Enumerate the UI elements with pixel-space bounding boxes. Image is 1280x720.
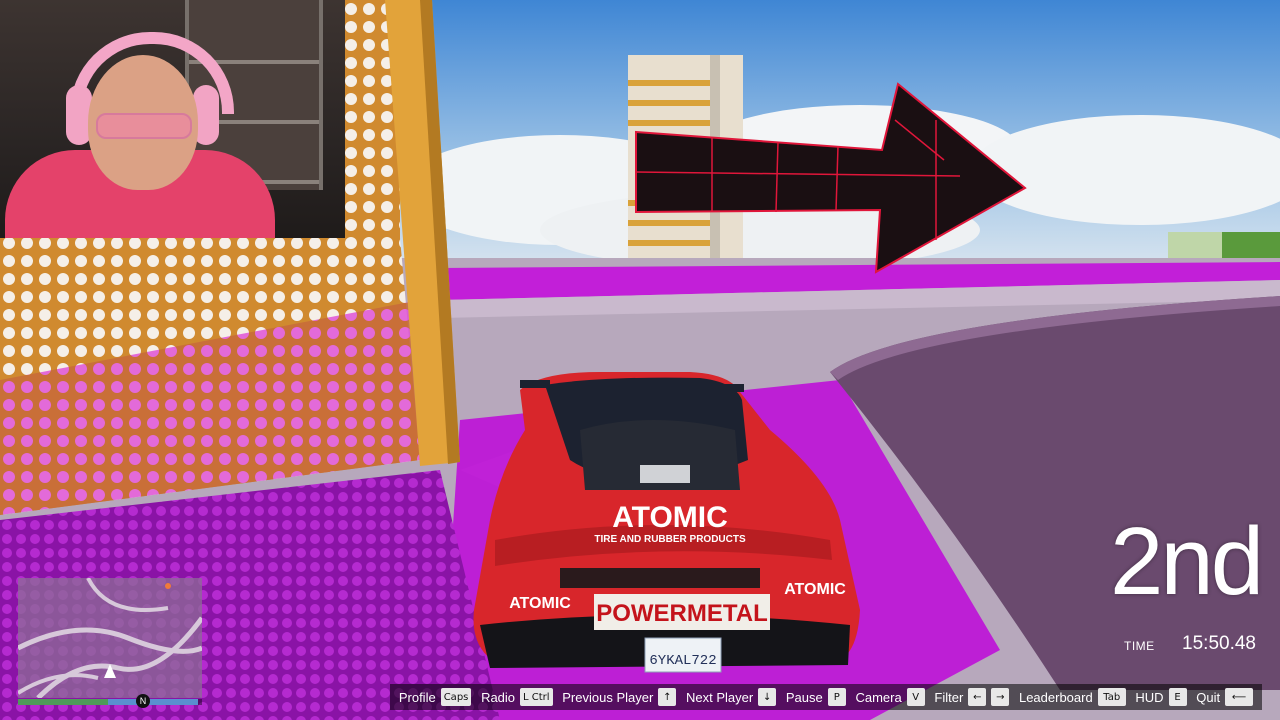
arrow-right-icon: → — [991, 688, 1010, 706]
health-bar — [18, 699, 108, 705]
v-key-icon: V — [906, 688, 925, 706]
car-bumper-brand-left: ATOMIC — [509, 595, 571, 612]
race-time-label: TIME — [1124, 639, 1155, 653]
control-camera[interactable]: Camera V — [855, 688, 925, 706]
car-livery-brand: ATOMIC — [612, 501, 728, 534]
control-previous-player[interactable]: Previous Player ↑ — [562, 688, 677, 706]
car-license-plate-text: 6YKAL722 — [649, 653, 716, 669]
control-leaderboard[interactable]: Leaderboard Tab — [1019, 688, 1126, 706]
north-marker-icon: N — [136, 694, 150, 708]
streamer-webcam — [0, 0, 345, 238]
control-radio[interactable]: Radio L Ctrl — [481, 688, 553, 706]
status-bars: N — [18, 694, 202, 708]
e-key-icon: E — [1168, 688, 1187, 706]
caps-key-icon: Caps — [440, 688, 472, 706]
tab-key-icon: Tab — [1097, 688, 1126, 706]
armor-bar — [108, 699, 198, 705]
arrow-up-icon: ↑ — [658, 688, 677, 706]
race-timer: TIME 15:50.48 — [1118, 630, 1260, 658]
race-time-value: 15:50.48 — [1182, 633, 1256, 654]
p-key-icon: P — [827, 688, 846, 706]
backspace-icon: ⟵ — [1225, 688, 1254, 706]
control-quit[interactable]: Quit ⟵ — [1196, 688, 1254, 706]
car-bumper-brand-right: ATOMIC — [784, 581, 846, 598]
car-bumper-powermetal: POWERMETAL — [596, 600, 768, 627]
control-hud[interactable]: HUD E — [1135, 688, 1187, 706]
arrow-down-icon: ↓ — [758, 688, 777, 706]
control-profile[interactable]: Profile Caps — [399, 688, 472, 706]
arrow-left-icon: ← — [968, 688, 987, 706]
minimap — [18, 578, 202, 698]
control-next-player[interactable]: Next Player ↓ — [686, 688, 777, 706]
control-filter[interactable]: Filter ← → — [934, 688, 1010, 706]
ctrl-key-icon: L Ctrl — [520, 688, 553, 706]
race-position: 2nd — [1110, 508, 1264, 615]
spectator-controls-bar: Profile Caps Radio L Ctrl Previous Playe… — [390, 684, 1262, 710]
car-livery-sub: TIRE AND RUBBER PRODUCTS — [594, 534, 746, 545]
control-pause[interactable]: Pause P — [786, 688, 846, 706]
